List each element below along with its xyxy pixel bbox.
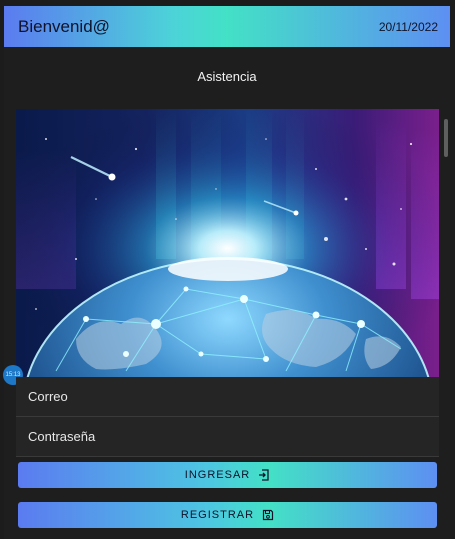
page-subtitle: Asistencia xyxy=(197,69,257,84)
password-field-label: Contraseña xyxy=(28,429,96,444)
email-field-label: Correo xyxy=(28,389,68,404)
login-form: Correo Contraseña xyxy=(16,377,439,457)
save-icon xyxy=(262,509,274,521)
register-button-label: REGISTRAR xyxy=(180,509,255,521)
login-button[interactable]: INGRESAR xyxy=(18,462,437,488)
register-button[interactable]: REGISTRAR xyxy=(18,502,437,528)
globe-network-illustration xyxy=(16,109,439,377)
app-screen: Bienvenid@ 20/11/2022 Asistencia 15:13 C… xyxy=(0,0,455,539)
login-icon xyxy=(258,469,270,481)
login-button-label: INGRESAR xyxy=(184,469,251,481)
password-field[interactable]: Contraseña xyxy=(16,417,439,457)
header-date: 20/11/2022 xyxy=(378,19,438,34)
hero-image xyxy=(16,109,439,377)
app-bar: Bienvenid@ 20/11/2022 xyxy=(4,6,450,47)
scrollbar[interactable] xyxy=(444,119,448,157)
app-title: Bienvenid@ xyxy=(18,16,110,36)
main-content[interactable]: Asistencia 15:13 Correo Contraseña INGRE… xyxy=(3,47,450,539)
email-field[interactable]: Correo xyxy=(16,377,439,417)
